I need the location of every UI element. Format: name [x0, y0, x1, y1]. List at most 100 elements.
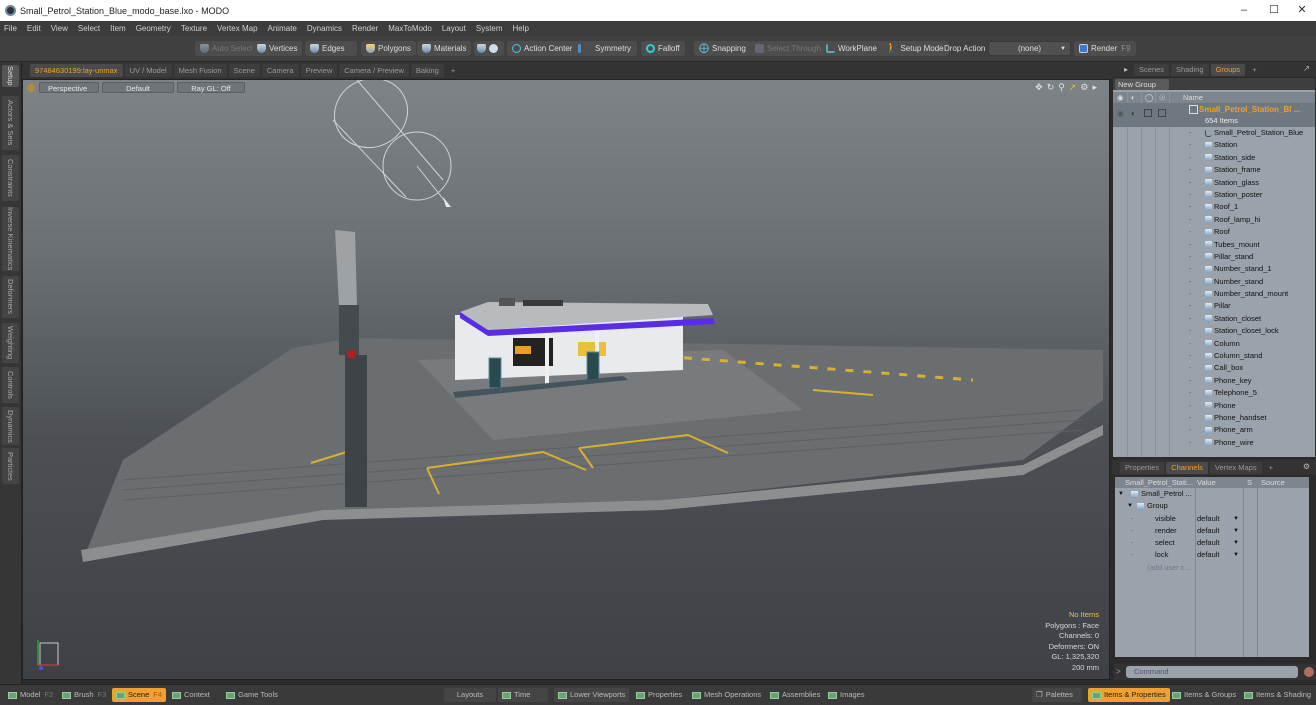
panel-settings-icon[interactable]: ⚙ — [1303, 462, 1310, 471]
group-item-row[interactable]: - Station_glass — [1113, 177, 1315, 189]
group-item-row[interactable]: - Station — [1113, 139, 1315, 151]
items-shading-button[interactable]: Items & Shading — [1240, 688, 1315, 702]
maximize-button[interactable]: ☐ — [1259, 0, 1289, 21]
items-properties-button[interactable]: Items & Properties — [1088, 688, 1170, 702]
tab-properties[interactable]: Properties — [1120, 461, 1165, 474]
channel-value-select[interactable]: default — [1197, 537, 1220, 549]
lock-column-icon[interactable]: ☉ — [1159, 93, 1166, 102]
visibility-column-icon[interactable]: ◉ — [1117, 93, 1124, 102]
vertices-button[interactable]: Vertices — [252, 41, 303, 56]
group-item-row[interactable]: - Roof_1 — [1113, 201, 1315, 213]
left-tab-controls[interactable]: Controls — [2, 367, 19, 403]
menu-file[interactable]: File — [4, 24, 17, 33]
tab-shading[interactable]: Shading — [1171, 63, 1209, 76]
auto-select-button[interactable]: Auto Select — [195, 41, 258, 56]
menu-view[interactable]: View — [51, 24, 68, 33]
layout-model-button[interactable]: Model F2 — [4, 688, 57, 702]
menu-geometry[interactable]: Geometry — [136, 24, 171, 33]
snapping-button[interactable]: ⨁ Snapping — [694, 41, 751, 56]
time-button[interactable]: Time — [498, 688, 548, 702]
menu-edit[interactable]: Edit — [27, 24, 41, 33]
render-column-icon[interactable]: ◐ — [1131, 93, 1136, 102]
channel-source-header[interactable]: Source — [1261, 478, 1285, 487]
polygons-button[interactable]: Polygons — [361, 41, 416, 56]
channel-row[interactable]: - visible default ▼ — [1115, 513, 1309, 525]
chevron-down-icon[interactable]: ▼ — [1233, 525, 1239, 537]
channel-value-select[interactable]: default — [1197, 549, 1220, 561]
left-tab-particles[interactable]: Particles — [2, 448, 19, 484]
group-item-row[interactable]: - Station_closet_lock — [1113, 325, 1315, 337]
tab-vertex-maps[interactable]: Vertex Maps — [1209, 461, 1262, 474]
menu-layout[interactable]: Layout — [442, 24, 466, 33]
add-tab-button[interactable]: + — [1247, 64, 1261, 76]
group-item-row[interactable]: - Roof — [1113, 226, 1315, 238]
group-item-row[interactable]: - Number_stand — [1113, 276, 1315, 288]
group-item-row[interactable]: - Number_stand_mount — [1113, 288, 1315, 300]
channel-root-row[interactable]: ▼ Small_Petrol ... — [1115, 488, 1309, 500]
tab-uv-model[interactable]: UV / Model — [124, 64, 172, 77]
3d-viewport[interactable]: Perspective Default Ray GL: Off ✥ ↻ ⚲ ➚ … — [22, 79, 1110, 680]
edges-button[interactable]: Edges — [305, 41, 357, 56]
items-groups-button[interactable]: Items & Groups — [1168, 688, 1240, 702]
left-tab-dynamics[interactable]: Dynamics — [2, 407, 19, 445]
panel-options-icon[interactable]: ▸ — [1124, 65, 1128, 74]
channel-row[interactable]: - render default ▼ — [1115, 525, 1309, 537]
new-group-button[interactable]: New Group — [1115, 79, 1169, 90]
layouts-button[interactable]: Layouts — [444, 688, 496, 702]
setup-mode-button[interactable]: 🚶 Setup Mode — [880, 41, 949, 56]
group-item-row[interactable]: - Number_stand_1 — [1113, 263, 1315, 275]
group-item-row[interactable]: - Tubes_mount — [1113, 239, 1315, 251]
render-toggle[interactable]: ◐ — [1131, 109, 1136, 118]
group-item-row[interactable]: - Phone_handset — [1113, 412, 1315, 424]
chevron-down-icon[interactable]: ▼ — [1233, 537, 1239, 549]
expand-arrow-icon[interactable]: ▼ — [1127, 500, 1133, 512]
palettes-button[interactable]: ❐ Palettes — [1032, 688, 1082, 702]
left-tab-inverse-kinematics[interactable]: Inverse Kinematics — [2, 207, 19, 271]
menu-maxtomodo[interactable]: MaxToModo — [388, 24, 432, 33]
maximize-panel-icon[interactable]: ↗ — [1303, 64, 1310, 73]
mesh-operations-button[interactable]: Mesh Operations — [688, 688, 765, 702]
group-item-row[interactable]: - Column — [1113, 338, 1315, 350]
group-item-row[interactable]: - Phone — [1113, 400, 1315, 412]
left-tab-deformers[interactable]: Deformers — [2, 276, 19, 318]
channel-row[interactable]: - select default ▼ — [1115, 537, 1309, 549]
selection-mode-buttons[interactable] — [474, 41, 504, 56]
channel-s-header[interactable]: S — [1247, 478, 1252, 487]
channel-value-select[interactable]: default — [1197, 513, 1220, 525]
left-tab-constraints[interactable]: Constraints — [2, 155, 19, 201]
menu-select[interactable]: Select — [78, 24, 100, 33]
tab-groups[interactable]: Groups — [1210, 63, 1246, 76]
group-item-row[interactable]: - Phone_wire — [1113, 437, 1315, 449]
left-tab-actors-sets[interactable]: Actors & Sets — [2, 96, 19, 150]
chevron-down-icon[interactable]: ▼ — [1233, 549, 1239, 561]
assemblies-button[interactable]: Assemblies — [766, 688, 824, 702]
action-center-button[interactable]: Action Center — [507, 41, 578, 56]
channel-value-header[interactable]: Value — [1197, 478, 1216, 487]
layout-context-button[interactable]: Context — [168, 688, 214, 702]
images-button[interactable]: Images — [824, 688, 869, 702]
channel-value-select[interactable]: default — [1197, 525, 1220, 537]
group-item-row[interactable]: - Small_Petrol_Station_Blue — [1113, 127, 1315, 139]
group-item-row[interactable]: - Pillar_stand — [1113, 251, 1315, 263]
group-row[interactable]: ◉ ◐ Small_Petrol_Station_Bl ... 654 Item… — [1113, 103, 1315, 127]
menu-system[interactable]: System — [476, 24, 503, 33]
materials-button[interactable]: Materials — [417, 41, 472, 56]
left-tab-weighting[interactable]: Weighting — [2, 323, 19, 363]
add-tab-button[interactable]: + — [1264, 462, 1278, 474]
lock-toggle[interactable] — [1158, 109, 1166, 117]
tab-channels[interactable]: Channels — [1166, 461, 1208, 474]
layout-scene-button[interactable]: Scene F4 — [112, 688, 167, 702]
left-tab-setup[interactable]: Setup — [2, 65, 19, 87]
menu-help[interactable]: Help — [513, 24, 529, 33]
tab-mesh-fusion[interactable]: Mesh Fusion — [173, 64, 227, 77]
tab-layout-unmax[interactable]: 97484630199:lay-unmax — [30, 64, 123, 77]
group-item-row[interactable]: - Call_box — [1113, 362, 1315, 374]
select-column-icon[interactable]: ◯ — [1145, 93, 1153, 102]
name-column-header[interactable]: Name — [1183, 93, 1203, 102]
drop-action-select[interactable]: (none) ▼ — [988, 41, 1071, 56]
group-item-row[interactable]: - Roof_lamp_hi — [1113, 214, 1315, 226]
tab-camera-preview[interactable]: Camera / Preview — [339, 64, 409, 77]
menu-animate[interactable]: Animate — [268, 24, 297, 33]
render-button[interactable]: Render F9 — [1074, 41, 1136, 56]
item-mode-icon[interactable] — [477, 44, 486, 53]
